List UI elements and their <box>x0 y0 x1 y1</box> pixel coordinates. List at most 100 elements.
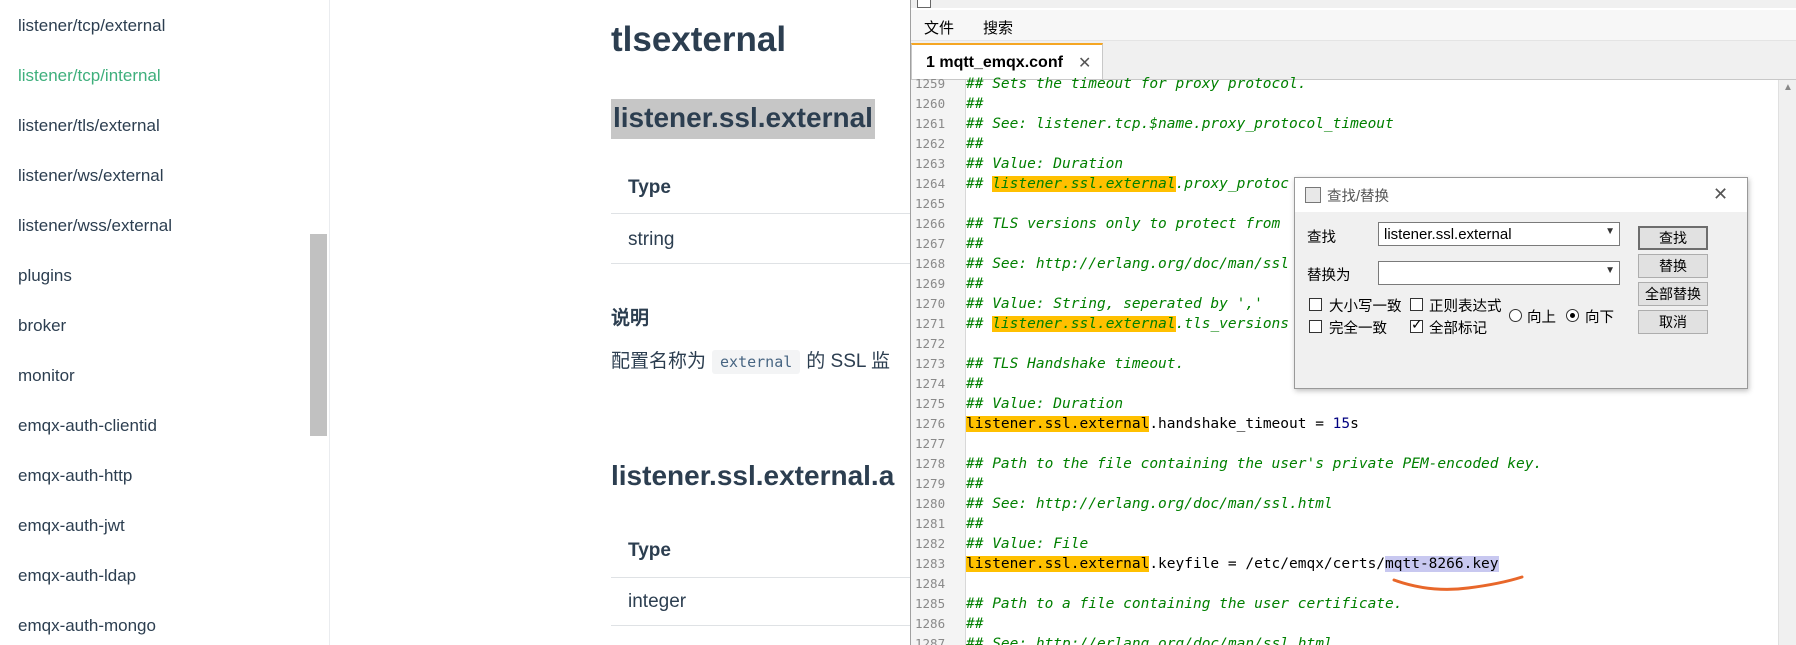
mark-all-label: 全部标记 <box>1429 321 1487 337</box>
sidebar-item[interactable]: emqx-auth-http <box>18 466 132 486</box>
sidebar-scrollbar-thumb[interactable] <box>310 234 327 436</box>
table1-header-type: Type <box>628 177 671 198</box>
mark-all-checkbox[interactable] <box>1410 316 1423 333</box>
description-after: 的 SSL 监 <box>806 351 891 372</box>
replace-dropdown-icon[interactable]: ▼ <box>1605 265 1615 276</box>
code-token: ## Value: File <box>966 536 1089 552</box>
code-token: ## <box>966 316 993 332</box>
regex-checkbox[interactable] <box>1410 298 1423 311</box>
section-title-ssl-external: listener.ssl.external <box>611 99 875 139</box>
menu-search[interactable]: 搜索 <box>983 17 1013 38</box>
replace-input[interactable]: ▼ <box>1378 261 1620 285</box>
code-token: 15 <box>1332 416 1351 432</box>
direction-up-radio[interactable] <box>1509 309 1522 322</box>
code-line[interactable]: ## <box>966 374 983 394</box>
line-number: 1273 <box>915 356 946 371</box>
sidebar-item[interactable]: broker <box>18 316 66 336</box>
code-line[interactable]: ## Sets the timeout for proxy protocol. <box>966 74 1306 94</box>
sidebar-item[interactable]: listener/tls/external <box>18 116 160 136</box>
find-input[interactable]: listener.ssl.external ▼ <box>1378 222 1620 246</box>
line-number: 1272 <box>915 336 946 351</box>
direction-down-radio[interactable] <box>1566 309 1579 322</box>
code-line[interactable]: ## <box>966 474 983 494</box>
code-line[interactable]: ## listener.ssl.external.proxy_protoc <box>966 174 1289 194</box>
code-line[interactable]: ## Path to the file containing the user'… <box>966 454 1542 474</box>
code-line[interactable]: listener.ssl.external.handshake_timeout … <box>966 414 1359 434</box>
match-case-checkbox[interactable] <box>1309 298 1322 311</box>
code-line[interactable]: ## <box>966 94 983 114</box>
code-line[interactable]: ## TLS versions only to protect from <box>966 214 1280 234</box>
code-line[interactable]: ## TLS Handshake timeout. <box>966 354 1184 374</box>
code-token: .keyfile = /etc/emqx/certs/ <box>1149 556 1386 572</box>
code-line[interactable]: ## <box>966 134 983 154</box>
tab-label: 1 mqtt_emqx.conf <box>926 54 1063 71</box>
line-number: 1278 <box>915 456 946 471</box>
line-number: 1262 <box>915 136 946 151</box>
line-number: 1280 <box>915 496 946 511</box>
code-line[interactable]: ## Value: String, seperated by ',' <box>966 294 1263 314</box>
code-line[interactable]: ## <box>966 274 983 294</box>
table1-value: string <box>628 229 675 250</box>
line-number: 1260 <box>915 96 946 111</box>
code-line[interactable]: ## <box>966 514 983 534</box>
code-line[interactable]: ## See: http://erlang.org/doc/man/ssl.ht… <box>966 634 1333 645</box>
menu-file[interactable]: 文件 <box>924 17 954 38</box>
find-dropdown-icon[interactable]: ▼ <box>1605 226 1615 237</box>
code-line[interactable]: ## Path to a file containing the user ce… <box>966 594 1403 614</box>
sidebar-item[interactable]: listener/tcp/external <box>18 16 165 36</box>
line-number: 1261 <box>915 116 946 131</box>
search-match-highlight: listener.ssl.external <box>966 556 1150 572</box>
editor-scrollbar[interactable]: ▲ <box>1778 80 1796 645</box>
code-line[interactable]: ## Value: Duration <box>966 154 1123 174</box>
code-line[interactable]: ## <box>966 614 983 634</box>
window-icon <box>917 0 931 8</box>
replace-all-button[interactable]: 全部替换 <box>1638 282 1708 306</box>
code-line[interactable]: ## <box>966 234 983 254</box>
code-line[interactable]: ## listener.ssl.external.tls_versions <box>966 314 1289 334</box>
code-line[interactable]: ## Value: Duration <box>966 394 1123 414</box>
sidebar-item[interactable]: plugins <box>18 266 72 286</box>
sidebar-item[interactable]: emqx-auth-jwt <box>18 516 125 536</box>
editor-titlebar <box>911 0 1796 8</box>
sidebar-item[interactable]: emqx-auth-mongo <box>18 616 156 636</box>
direction-down-label: 向下 <box>1585 310 1614 326</box>
code-token: .proxy_protoc <box>1175 176 1290 192</box>
whole-word-checkbox[interactable] <box>1309 320 1322 333</box>
sidebar-item[interactable]: monitor <box>18 366 75 386</box>
sidebar-item[interactable]: emqx-auth-clientid <box>18 416 157 436</box>
line-number: 1284 <box>915 576 946 591</box>
table1-divider <box>611 213 910 214</box>
replace-button[interactable]: 替换 <box>1638 254 1708 278</box>
line-number: 1270 <box>915 296 946 311</box>
table2-divider <box>611 577 910 578</box>
dialog-close-icon[interactable]: ✕ <box>1713 184 1728 205</box>
code-line[interactable]: ## See: http://erlang.org/doc/man/ssl <box>966 254 1289 274</box>
sidebar-item[interactable]: listener/ws/external <box>18 166 164 186</box>
line-number: 1269 <box>915 276 946 291</box>
sidebar-item[interactable]: emqx-auth-ldap <box>18 566 136 586</box>
sidebar-item[interactable]: listener/wss/external <box>18 216 172 236</box>
dialog-title: 查找/替换 <box>1327 189 1390 205</box>
code-line[interactable]: ## Value: File <box>966 534 1088 554</box>
menu-bar: 文件 搜索 <box>911 10 1796 41</box>
code-token: s <box>1350 416 1359 432</box>
code-token: ## See: http://erlang.org/doc/man/ssl <box>966 256 1290 272</box>
code-token: ## Path to the file containing the user'… <box>966 456 1543 472</box>
code-token: ## <box>966 616 984 632</box>
match-case-label: 大小写一致 <box>1329 299 1402 315</box>
code-line[interactable]: ## See: listener.tcp.$name.proxy_protoco… <box>966 114 1394 134</box>
code-line[interactable]: listener.ssl.external.keyfile = /etc/emq… <box>966 554 1499 574</box>
regex-label: 正则表达式 <box>1429 299 1502 315</box>
code-token: ## <box>966 476 984 492</box>
line-number: 1286 <box>915 616 946 631</box>
tab-close-icon[interactable]: ✕ <box>1078 53 1091 73</box>
code-line[interactable]: ## See: http://erlang.org/doc/man/ssl.ht… <box>966 494 1333 514</box>
cancel-button[interactable]: 取消 <box>1638 310 1708 334</box>
sidebar-item[interactable]: listener/tcp/internal <box>18 66 161 86</box>
find-replace-dialog: 查找/替换 ✕ 查找 listener.ssl.external ▼ 替换为 ▼… <box>1294 177 1748 389</box>
line-number: 1279 <box>915 476 946 491</box>
scroll-up-icon[interactable]: ▲ <box>1783 82 1793 93</box>
section-title-ssl-external-a: listener.ssl.external.a <box>611 460 895 491</box>
find-button[interactable]: 查找 <box>1638 226 1708 250</box>
whole-word-label: 完全一致 <box>1329 321 1387 337</box>
